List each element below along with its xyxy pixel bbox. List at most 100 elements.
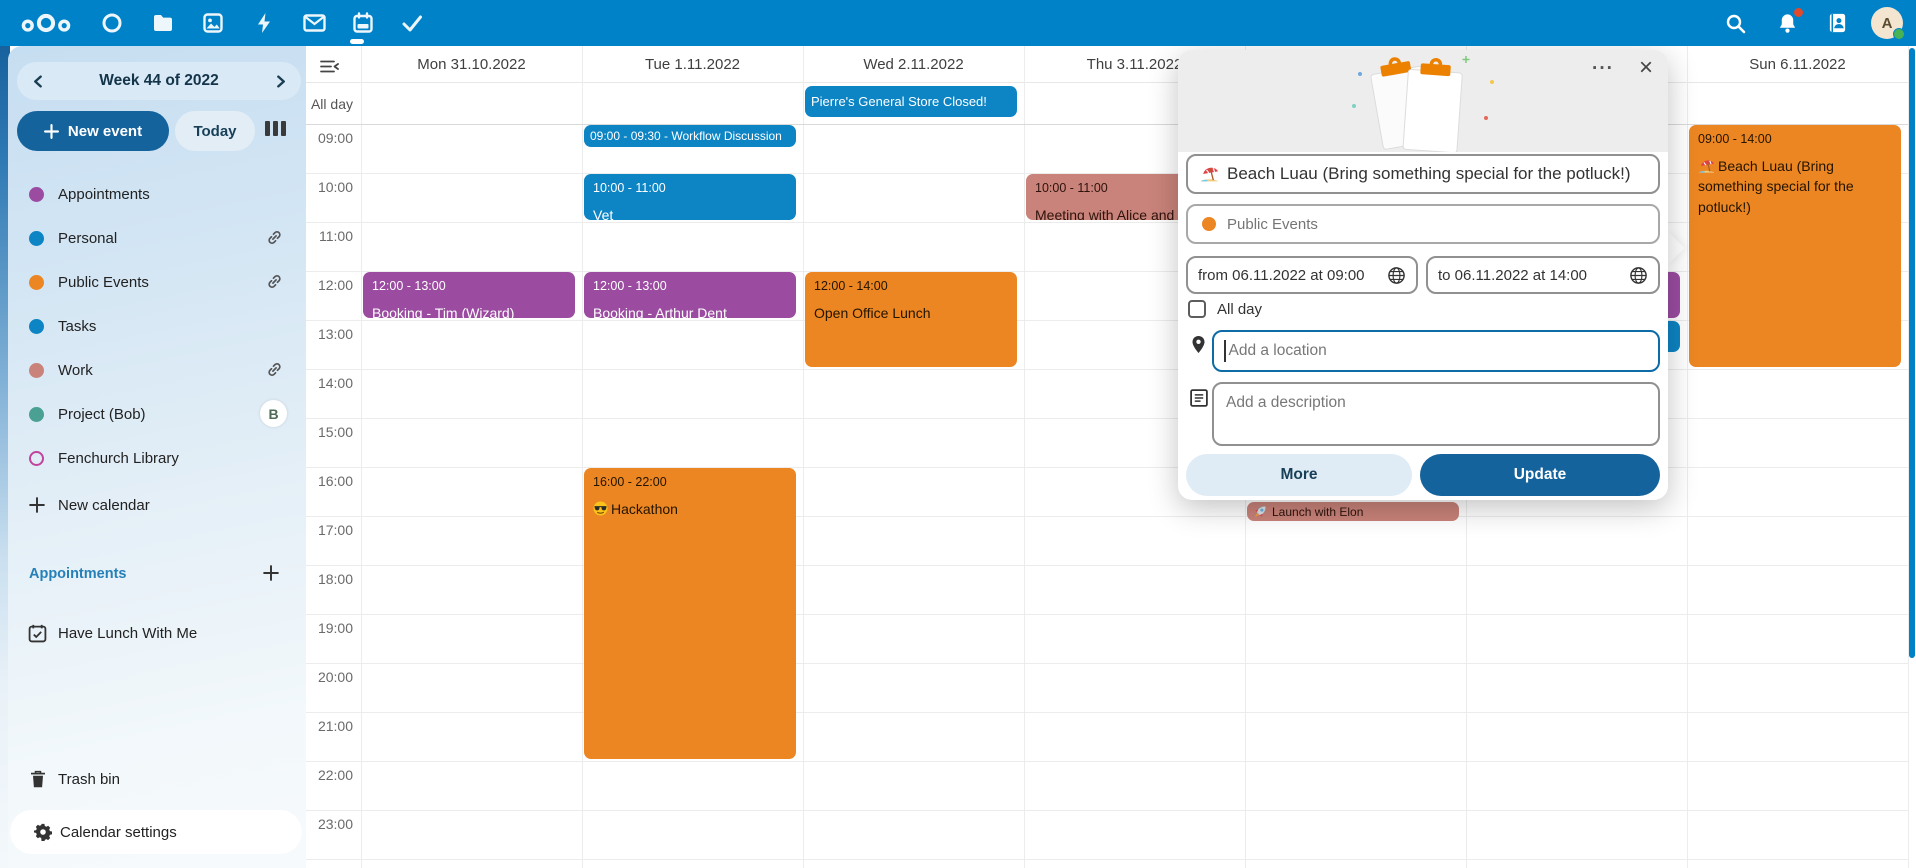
chevron-right-icon[interactable] bbox=[261, 62, 299, 100]
grid-line bbox=[306, 663, 1908, 664]
close-icon[interactable]: × bbox=[1630, 52, 1662, 84]
all-day-event[interactable]: Pierre's General Store Closed! bbox=[805, 86, 1017, 117]
event-text: Launch with Elon bbox=[1247, 502, 1459, 521]
share-link-icon[interactable] bbox=[266, 273, 283, 295]
calendar-event[interactable]: 09:00 - 09:30 - Workflow Discussion bbox=[584, 125, 796, 147]
description-textarea[interactable]: Add a description bbox=[1212, 382, 1660, 446]
calendar-color-dot bbox=[1202, 217, 1216, 231]
all-day-checkbox[interactable] bbox=[1188, 300, 1206, 318]
end-datetime-field[interactable]: to 06.11.2022 at 14:00 bbox=[1426, 256, 1660, 294]
mail-icon[interactable] bbox=[297, 7, 331, 39]
all-day-checkbox-row[interactable]: All day bbox=[1188, 300, 1262, 318]
tasks-icon[interactable] bbox=[395, 7, 429, 39]
grid-line bbox=[1024, 46, 1025, 868]
event-time: 12:00 - 13:00 bbox=[593, 279, 787, 293]
week-navigation: Week 44 of 2022 bbox=[17, 62, 301, 100]
beach-umbrella-emoji-icon bbox=[1698, 159, 1715, 173]
calendar-color-dot bbox=[29, 187, 44, 202]
calendar-name: Fenchurch Library bbox=[58, 450, 179, 467]
more-button[interactable]: More bbox=[1186, 454, 1412, 496]
grid-line bbox=[1687, 46, 1688, 868]
calendar-name: Work bbox=[58, 362, 93, 379]
share-link-icon bbox=[266, 229, 283, 246]
sidebar-calendar-item[interactable]: Personal bbox=[8, 216, 306, 260]
share-link-icon[interactable] bbox=[266, 361, 283, 383]
hour-label: 14:00 bbox=[306, 375, 353, 391]
calendar-name: Public Events bbox=[58, 274, 149, 291]
ellipsis-icon[interactable]: ··· bbox=[1586, 54, 1620, 84]
contacts-book-icon[interactable] bbox=[1819, 5, 1855, 41]
hour-label: 23:00 bbox=[306, 816, 353, 832]
calendar-event[interactable]: 12:00 - 13:00 Booking - Tim (Wizard) bbox=[363, 272, 575, 318]
sidebar-calendar-item[interactable]: Fenchurch Library bbox=[8, 436, 306, 480]
activity-icon[interactable] bbox=[247, 7, 281, 39]
plus-icon bbox=[29, 497, 45, 513]
event-text: Pierre's General Store Closed! bbox=[805, 86, 1017, 117]
grid-line bbox=[306, 614, 1908, 615]
sidebar-calendar-item[interactable]: Public Events bbox=[8, 260, 306, 304]
tasks-clipboard-illustration bbox=[1346, 54, 1501, 152]
calendar-event[interactable]: 12:00 - 13:00 Booking - Arthur Dent bbox=[584, 272, 796, 318]
nextcloud-logo-icon[interactable] bbox=[18, 7, 74, 39]
calendar-name: Project (Bob) bbox=[58, 406, 146, 423]
grid-line bbox=[306, 712, 1908, 713]
update-button[interactable]: Update bbox=[1420, 454, 1660, 496]
calendar-name: Personal bbox=[58, 230, 117, 247]
vertical-scrollbar[interactable] bbox=[1909, 48, 1915, 658]
day-header[interactable]: Wed 2.11.2022 bbox=[803, 53, 1024, 77]
globe-icon[interactable] bbox=[1629, 266, 1648, 285]
grid-line bbox=[306, 761, 1908, 762]
day-header[interactable]: Mon 31.10.2022 bbox=[361, 53, 582, 77]
photos-icon[interactable] bbox=[196, 7, 230, 39]
globe-icon[interactable] bbox=[1387, 266, 1406, 285]
sidebar-calendar-item[interactable]: Appointments bbox=[8, 172, 306, 216]
description-icon bbox=[1189, 388, 1209, 413]
location-input[interactable]: Add a location bbox=[1212, 330, 1660, 372]
day-header[interactable]: Tue 1.11.2022 bbox=[582, 53, 803, 77]
calendar-event[interactable]: 10:00 - 11:00Vet bbox=[584, 174, 796, 220]
calendar-event[interactable]: Launch with Elon bbox=[1247, 502, 1459, 521]
event-title-input[interactable]: Beach Luau (Bring something special for … bbox=[1186, 154, 1660, 194]
dashboard-icon[interactable] bbox=[95, 7, 129, 39]
hour-label: 21:00 bbox=[306, 718, 353, 734]
new-calendar-button[interactable]: New calendar bbox=[8, 484, 306, 526]
hour-label: 13:00 bbox=[306, 326, 353, 342]
event-time: 10:00 - 11:00 bbox=[593, 181, 787, 195]
event-title: Booking - Arthur Dent bbox=[593, 303, 787, 318]
columns-view-icon[interactable] bbox=[265, 121, 287, 139]
calendar-color-dot bbox=[29, 451, 44, 466]
sidebar-calendar-item[interactable]: Project (Bob)B bbox=[8, 392, 306, 436]
day-header[interactable]: Sun 6.11.2022 bbox=[1687, 53, 1908, 77]
event-time: 12:00 - 13:00 bbox=[372, 279, 566, 293]
event-title: Open Office Lunch bbox=[814, 303, 1008, 323]
sunglasses-emoji-icon bbox=[593, 501, 608, 516]
calendar-color-dot bbox=[29, 319, 44, 334]
start-datetime-field[interactable]: from 06.11.2022 at 09:00 bbox=[1186, 256, 1418, 294]
sidebar-calendar-item[interactable]: Work bbox=[8, 348, 306, 392]
menu-open-icon[interactable] bbox=[320, 59, 339, 79]
event-title-value: Beach Luau (Bring something special for … bbox=[1227, 164, 1631, 184]
calendar-event[interactable]: 12:00 - 14:00Open Office Lunch bbox=[805, 272, 1017, 367]
calendar-event[interactable]: 16:00 - 22:00Hackathon bbox=[584, 468, 796, 759]
calendar-picker-value: Public Events bbox=[1227, 216, 1318, 233]
grid-line bbox=[306, 565, 1908, 566]
calendar-settings-button[interactable]: Calendar settings bbox=[10, 810, 302, 854]
event-title: Booking - Tim (Wizard) bbox=[372, 303, 566, 318]
search-icon[interactable] bbox=[1717, 5, 1753, 41]
calendar-event[interactable]: 09:00 - 14:00Beach Luau (Bring something… bbox=[1689, 125, 1901, 367]
trash-bin-button[interactable]: Trash bin bbox=[8, 758, 306, 800]
appointment-config-item[interactable]: Have Lunch With Me bbox=[8, 612, 306, 654]
calendar-icon[interactable] bbox=[346, 7, 380, 39]
sidebar-calendar-item[interactable]: Tasks bbox=[8, 304, 306, 348]
add-appointment-config-button[interactable] bbox=[256, 558, 286, 588]
files-icon[interactable] bbox=[146, 7, 180, 39]
location-pin-icon bbox=[1191, 335, 1206, 359]
chevron-left-icon[interactable] bbox=[19, 62, 57, 100]
avatar-initial: A bbox=[1882, 15, 1893, 32]
calendar-picker[interactable]: Public Events bbox=[1186, 204, 1660, 244]
event-title: Hackathon bbox=[593, 499, 787, 519]
new-event-button[interactable]: New event bbox=[17, 111, 169, 151]
description-placeholder: Add a description bbox=[1226, 394, 1346, 412]
share-link-icon[interactable] bbox=[266, 229, 283, 251]
today-button[interactable]: Today bbox=[175, 111, 255, 151]
